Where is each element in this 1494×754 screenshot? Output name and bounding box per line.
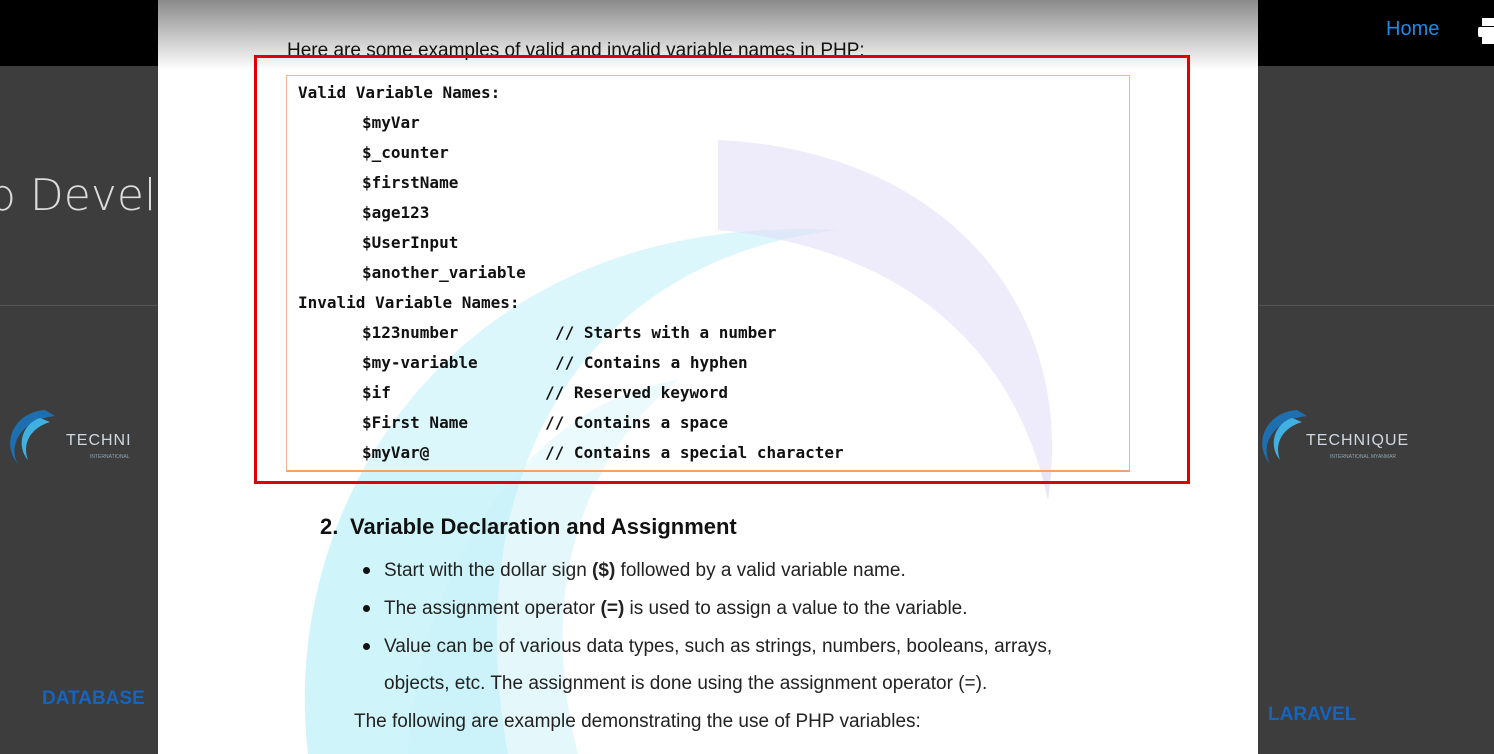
highlight-box — [254, 55, 1190, 484]
bullet-icon — [363, 567, 370, 574]
technique-logo-left: TECHNI INTERNATIONAL — [0, 402, 160, 472]
category-database-link[interactable]: DATABASE — [42, 688, 145, 710]
bullet-item: The assignment operator (=) is used to a… — [384, 598, 968, 619]
logo-subtext: INTERNATIONAL MYANMAR — [1330, 454, 1397, 460]
section-title: Variable Declaration and Assignment — [350, 514, 737, 539]
logo-text: TECHNIQUE — [1306, 432, 1410, 449]
technique-logo-right: TECHNIQUE INTERNATIONAL MYANMAR — [1252, 402, 1452, 472]
category-laravel-link[interactable]: LARAVEL — [1268, 704, 1356, 726]
section-number: 2. — [320, 514, 339, 539]
conclusion-text: The following are example demonstrating … — [354, 711, 921, 732]
bullet-item-continuation: objects, etc. The assignment is done usi… — [384, 673, 988, 694]
bullet-item: Value can be of various data types, such… — [384, 636, 1053, 657]
nav-home-link[interactable]: Home — [1386, 18, 1439, 41]
bullet-icon — [363, 605, 370, 612]
bullet-item: Start with the dollar sign ($) followed … — [384, 560, 906, 581]
bullet-icon — [363, 643, 370, 650]
page-title: b Develo — [0, 170, 184, 221]
swoosh-logo-icon — [10, 410, 55, 464]
logo-text: TECHNI — [66, 432, 132, 449]
logo-subtext: INTERNATIONAL — [90, 454, 130, 460]
printer-icon[interactable] — [1478, 18, 1494, 44]
